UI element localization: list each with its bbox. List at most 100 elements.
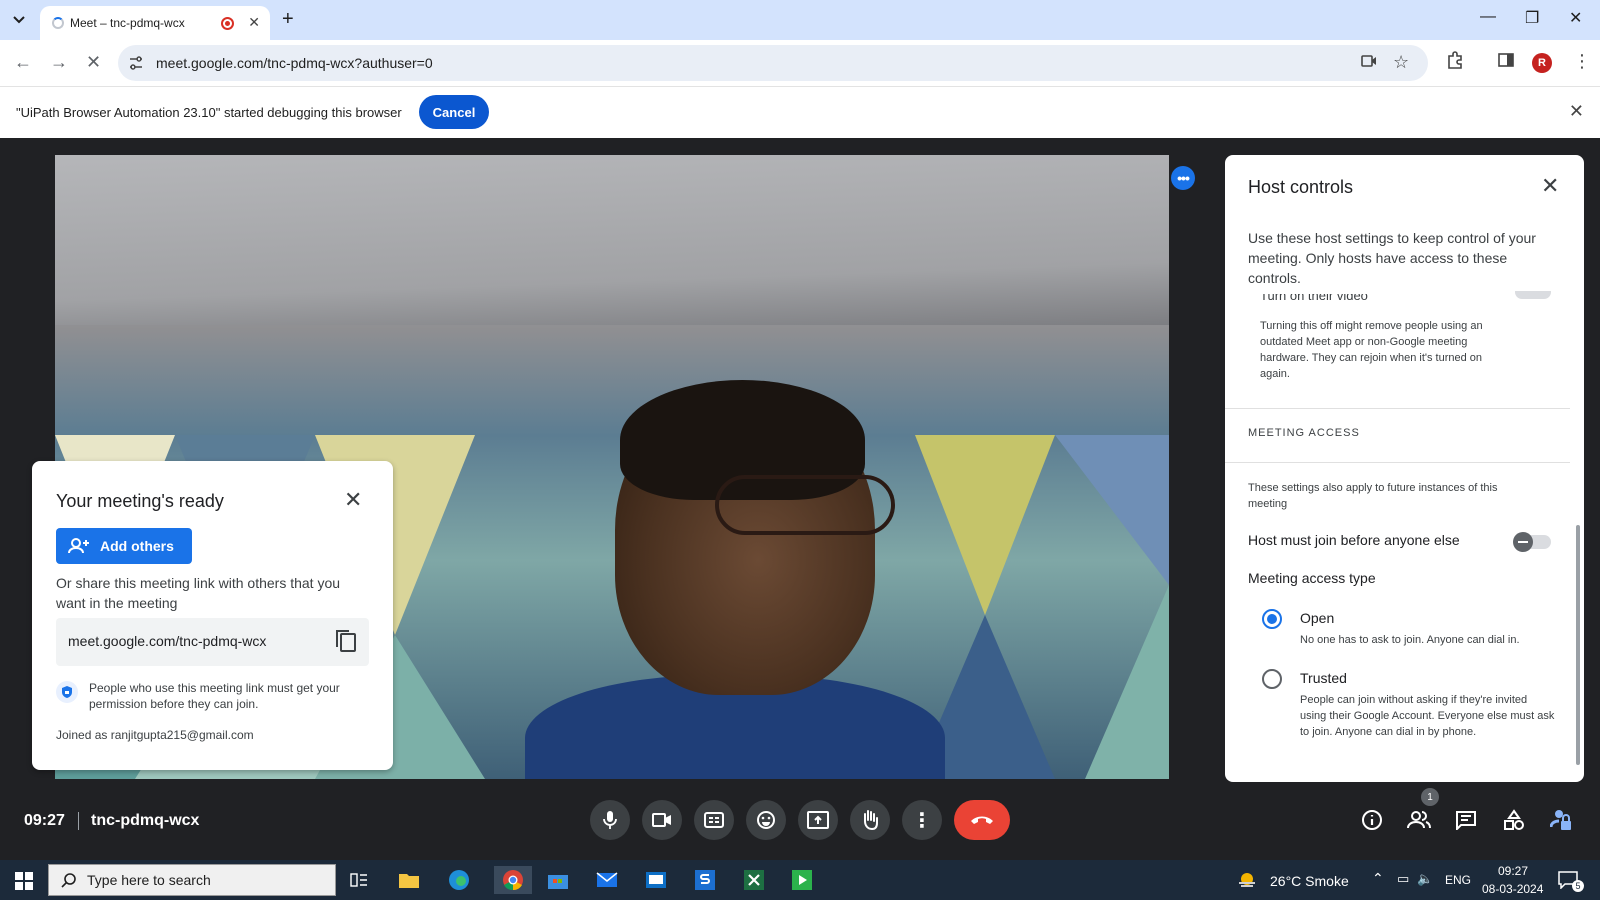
back-icon[interactable]: ← <box>14 52 32 73</box>
tab-close-icon[interactable]: ✕ <box>248 14 260 31</box>
bookmark-star-icon[interactable]: ☆ <box>1393 52 1409 73</box>
tab-meet[interactable]: Meet – tnc-pdmq-wcx ✕ <box>40 6 270 40</box>
reactions-button[interactable] <box>746 800 786 840</box>
access-type-label: Meeting access type <box>1248 570 1376 586</box>
taskbar-date[interactable]: 08-03-2024 <box>1482 882 1543 896</box>
share-link-text: Or share this meeting link with others t… <box>56 575 341 611</box>
panel-scrollbar[interactable] <box>1576 525 1580 765</box>
profile-avatar[interactable]: R <box>1532 53 1552 73</box>
restore-icon[interactable]: ❐ <box>1525 8 1539 28</box>
side-panel-icon[interactable] <box>1497 51 1515 74</box>
edge-icon[interactable] <box>445 866 473 894</box>
browser-menu-icon[interactable]: ⋮ <box>1573 51 1591 72</box>
language-indicator[interactable]: ENG <box>1445 873 1471 887</box>
network-icon[interactable]: ▭ <box>1397 871 1409 887</box>
recording-icon <box>221 17 234 30</box>
store-icon[interactable] <box>544 866 572 894</box>
meeting-link[interactable]: meet.google.com/tnc-pdmq-wcx <box>68 633 266 649</box>
chrome-icon[interactable] <box>494 866 532 894</box>
cancel-debugging-button[interactable]: Cancel <box>419 95 489 129</box>
infobar-close-icon[interactable]: ✕ <box>1569 101 1584 122</box>
video-toggle-label: Turn on their video <box>1260 288 1368 303</box>
site-info-icon[interactable] <box>128 55 144 71</box>
debugging-infobar: "UiPath Browser Automation 23.10" starte… <box>0 86 1600 138</box>
task-view-icon[interactable] <box>345 866 373 894</box>
option-open-title: Open <box>1300 610 1335 626</box>
excel-icon[interactable] <box>740 866 768 894</box>
windows-start-icon[interactable] <box>15 872 33 890</box>
s-app-icon[interactable] <box>691 866 719 894</box>
host-join-toggle[interactable] <box>1513 532 1551 552</box>
volume-icon[interactable]: 🔈 <box>1417 871 1433 887</box>
video-options-icon[interactable]: ••• <box>1171 166 1195 190</box>
clock-separator <box>78 812 79 830</box>
notification-count: 5 <box>1572 880 1584 892</box>
raise-hand-button[interactable] <box>850 800 890 840</box>
present-screen-icon <box>807 811 829 829</box>
option-trusted-title: Trusted <box>1300 670 1347 686</box>
captions-button[interactable] <box>694 800 734 840</box>
host-controls-panel: Host controls ✕ Use these host settings … <box>1225 155 1584 782</box>
video-ceiling <box>55 155 1169 325</box>
person-glasses <box>715 475 895 535</box>
option-trusted-desc: People can join without asking if they'r… <box>1300 694 1555 738</box>
minimize-icon[interactable]: — <box>1480 8 1496 26</box>
chat-icon <box>1456 811 1476 830</box>
copy-icon[interactable] <box>335 629 357 653</box>
present-button[interactable] <box>798 800 838 840</box>
radio-open[interactable] <box>1262 609 1282 629</box>
host-controls-button[interactable] <box>1547 806 1575 834</box>
mail-icon[interactable] <box>593 866 621 894</box>
meeting-ready-dialog: Your meeting's ready ✕ Add others Or sha… <box>32 461 393 770</box>
camera-in-use-icon[interactable] <box>1361 54 1377 73</box>
meeting-code: tnc-pdmq-wcx <box>91 812 200 829</box>
meeting-ready-close-icon[interactable]: ✕ <box>344 487 362 513</box>
loading-spinner-icon <box>52 17 64 29</box>
extensions-icon[interactable] <box>1446 51 1464 74</box>
emoji-icon <box>757 811 775 829</box>
forward-icon[interactable]: → <box>50 52 68 73</box>
radio-trusted[interactable] <box>1262 669 1282 689</box>
meeting-ready-title: Your meeting's ready <box>56 491 224 511</box>
camera-button[interactable] <box>642 800 682 840</box>
meeting-access-heading: MEETING ACCESS <box>1248 427 1360 439</box>
weather-icon[interactable] <box>1237 871 1257 889</box>
search-icon <box>61 873 76 888</box>
windows-taskbar: Type here to search 26°C Smoke ⌃ ▭ 🔈 ENG… <box>0 860 1600 900</box>
address-bar[interactable]: meet.google.com/tnc-pdmq-wcx?authuser=0 … <box>118 45 1428 81</box>
shield-lock-icon <box>56 681 78 703</box>
meeting-details-button[interactable] <box>1358 806 1386 834</box>
section-divider <box>1225 408 1570 409</box>
tab-title: Meet – tnc-pdmq-wcx <box>70 16 185 30</box>
host-controls-close-icon[interactable]: ✕ <box>1541 173 1559 199</box>
remote-app-icon[interactable] <box>642 866 670 894</box>
people-button[interactable] <box>1405 806 1433 834</box>
host-controls-description: Use these host settings to keep control … <box>1248 230 1536 286</box>
raise-hand-icon <box>864 810 878 831</box>
end-call-button[interactable] <box>954 800 1010 840</box>
more-options-button[interactable]: ⋮ <box>902 800 942 840</box>
microphone-button[interactable] <box>590 800 630 840</box>
tray-chevron-up-icon[interactable]: ⌃ <box>1372 870 1384 887</box>
hang-up-icon <box>971 816 993 824</box>
chevron-down-icon <box>13 16 25 24</box>
add-others-button[interactable]: Add others <box>56 528 192 564</box>
permission-note: People who use this meeting link must ge… <box>89 681 340 711</box>
media-app-icon[interactable] <box>788 866 816 894</box>
activities-button[interactable] <box>1500 806 1528 834</box>
info-icon <box>1362 810 1382 830</box>
activities-shapes-icon <box>1504 809 1524 830</box>
camera-icon <box>652 813 671 827</box>
tab-search-button[interactable] <box>6 8 32 32</box>
chat-button[interactable] <box>1452 806 1480 834</box>
new-tab-button[interactable]: + <box>282 8 294 31</box>
weather-text[interactable]: 26°C Smoke <box>1270 873 1349 889</box>
taskbar-clock[interactable]: 09:27 <box>1498 864 1528 878</box>
future-instances-note: These settings also apply to future inst… <box>1248 482 1498 510</box>
file-explorer-icon[interactable] <box>395 866 423 894</box>
window-close-icon[interactable]: ✕ <box>1569 8 1582 28</box>
host-join-label: Host must join before anyone else <box>1248 532 1460 548</box>
meeting-clock: 09:27 <box>24 812 65 829</box>
taskbar-search-box[interactable]: Type here to search <box>48 864 336 896</box>
stop-icon[interactable]: ✕ <box>86 52 101 73</box>
